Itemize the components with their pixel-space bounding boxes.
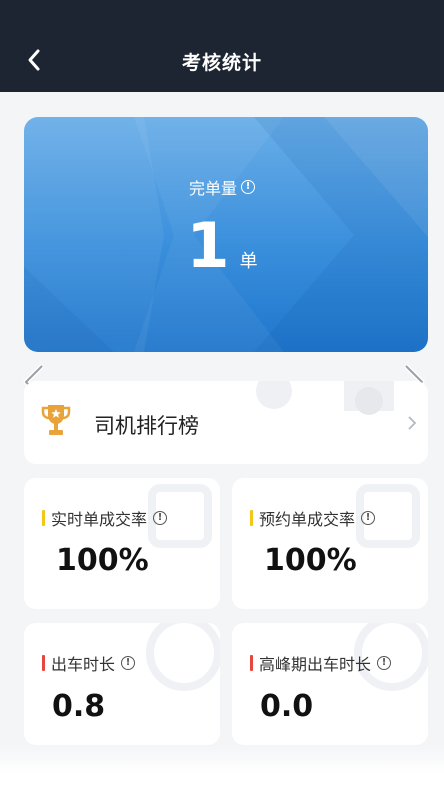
- metric-title: 预约单成交率: [259, 510, 356, 529]
- completed-orders-value-row: 1 单: [0, 215, 444, 277]
- accent-bar: [250, 510, 253, 526]
- metric-title-row: 高峰期出车时长 !: [250, 651, 392, 675]
- info-icon[interactable]: !: [121, 656, 136, 670]
- metric-card-driving-hours: [24, 623, 220, 745]
- page-title: 考核统计: [181, 52, 262, 74]
- info-icon[interactable]: !: [153, 511, 168, 525]
- metric-title-row: 预约单成交率 !: [250, 506, 376, 530]
- metric-title-row: 实时单成交率 !: [42, 506, 168, 530]
- ranking-background-pattern: [256, 381, 394, 415]
- metric-value: 100%: [56, 543, 149, 578]
- accent-bar: [42, 510, 45, 526]
- completed-orders-label-row: 完单量 !: [0, 175, 444, 199]
- metric-title-row: 出车时长 !: [42, 651, 136, 675]
- metric-title: 出车时长: [51, 655, 116, 674]
- top-bar: 考核统计: [0, 0, 444, 92]
- trophy-icon: [41, 405, 71, 435]
- metric-value: 100%: [264, 543, 357, 578]
- chevron-right-icon: [408, 416, 417, 430]
- metric-title: 高峰期出车时长: [259, 655, 372, 674]
- card-watermark: [354, 623, 428, 691]
- card-watermark: [146, 623, 220, 691]
- completed-orders-label: 完单量: [188, 179, 237, 198]
- metric-value: 0.0: [260, 689, 314, 724]
- bottom-fade: [0, 745, 444, 786]
- metric-title: 实时单成交率: [51, 510, 148, 529]
- driver-ranking-label: 司机排行榜: [94, 414, 199, 438]
- accent-bar: [42, 655, 45, 671]
- driver-ranking-card[interactable]: [24, 381, 428, 464]
- completed-orders-unit: 单: [239, 251, 258, 272]
- info-icon[interactable]: !: [361, 511, 376, 525]
- metric-card-peak-hours: [232, 623, 428, 745]
- info-icon[interactable]: !: [241, 180, 255, 194]
- metric-value: 0.8: [52, 689, 106, 724]
- completed-orders-value: 1: [186, 209, 230, 282]
- info-icon[interactable]: !: [377, 656, 392, 670]
- accent-bar: [250, 655, 253, 671]
